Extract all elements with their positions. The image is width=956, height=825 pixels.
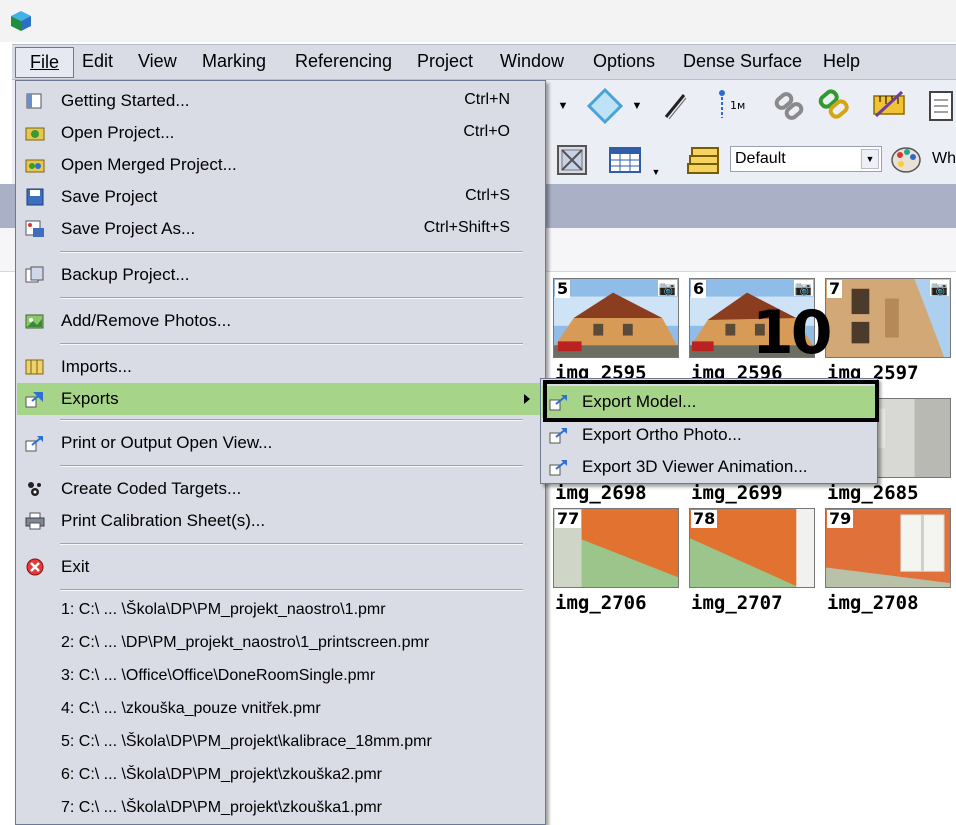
menu-project[interactable]: Project [417,51,473,72]
menu-edit[interactable]: Edit [82,51,113,72]
menu-file[interactable]: File [15,47,75,78]
step-number-annotation: 10 [752,298,832,368]
menu-item-exit[interactable]: Exit [17,551,544,583]
photo-number: 77 [555,509,582,528]
menu-separator [60,543,523,545]
highlight-callout-box [543,380,879,422]
photo-name: img_2707 [691,592,783,614]
print-view-icon [25,436,43,452]
printer-icon [25,512,45,530]
open-merged-project-icon [25,159,45,173]
recent-file-item[interactable]: 5: C:\ ... \Škola\DP\PM_projekt\kalibrac… [17,726,544,758]
photo-grid-icon[interactable] [552,140,592,180]
open-project-icon [25,127,45,141]
photo-number: 6 [691,279,707,298]
export-animation-icon [549,460,567,476]
menu-dense-surface[interactable]: Dense Surface [683,51,802,72]
recent-file-item[interactable]: 7: C:\ ... \Škola\DP\PM_projekt\zkouška1… [17,792,544,824]
title-bar [0,0,956,42]
photo-number: 7 [827,279,843,298]
coded-targets-icon [28,482,41,496]
toolbar-truncated-label: Wh [932,150,956,167]
photo-name: img_2699 [691,482,783,504]
submenu-arrow-icon [524,394,530,404]
document-icon[interactable] [924,88,956,124]
menu-separator [60,297,523,299]
backup-icon [25,266,44,283]
scale-icon[interactable]: 1м [710,88,756,122]
camera-icon: 📷 [657,280,677,296]
style-combo[interactable]: Default ▼ [730,146,882,172]
recent-file-item[interactable]: 1: C:\ ... \Škola\DP\PM_projekt_naostro\… [17,594,544,626]
menu-item-imports[interactable]: Imports... [17,351,544,383]
menu-help[interactable]: Help [823,51,860,72]
menu-item-print-output-view[interactable]: Print or Output Open View... [17,427,544,459]
dropdown-chevron-icon[interactable]: ▼ [630,96,644,116]
link-green-icon[interactable] [814,86,854,124]
save-as-icon [25,220,44,237]
app-logo-icon [11,11,31,31]
menu-item-save-project[interactable]: Save Project Ctrl+S [17,181,544,213]
recent-file-item[interactable]: 4: C:\ ... \zkouška_pouze vnitřek.pmr [17,693,544,725]
menu-item-add-remove-photos[interactable]: Add/Remove Photos... [17,305,544,337]
save-icon [26,188,44,206]
photos-icon [25,314,44,329]
menu-item-open-merged-project[interactable]: Open Merged Project... [17,149,544,181]
menu-separator [60,419,523,421]
recent-file-item[interactable]: 3: C:\ ... \Office\Office\DoneRoomSingle… [17,660,544,692]
table-view-icon[interactable] [606,140,646,180]
ruler-tool-icon[interactable] [868,86,910,124]
photo-number: 5 [555,279,571,298]
photo-name: img_2706 [555,592,647,614]
menu-separator [60,589,523,591]
svg-text:1м: 1м [730,99,745,112]
photos-pane: 5 📷 img_2595 6 📷 img_2596 7 📷 img_2597 i… [545,272,956,825]
camera-icon: 📷 [929,280,949,296]
menu-separator [60,251,523,253]
chevron-down-icon[interactable]: ▼ [861,149,879,169]
menu-options[interactable]: Options [593,51,655,72]
layers-style-icon[interactable] [684,140,724,180]
menu-window[interactable]: Window [500,51,564,72]
imports-icon [25,359,44,375]
pencil-icon[interactable] [660,90,690,122]
exports-icon [25,392,43,408]
menu-separator [60,465,523,467]
exit-icon [26,558,44,576]
diamond-marker-icon[interactable] [585,88,625,124]
menu-item-export-3d-viewer-animation[interactable]: Export 3D Viewer Animation... [542,451,876,483]
photo-number: 78 [691,509,718,528]
recent-file-item[interactable]: 6: C:\ ... \Škola\DP\PM_projekt\zkouška2… [17,759,544,791]
style-combo-value: Default [735,150,786,167]
getting-started-icon [26,93,42,109]
photo-name: img_2708 [827,592,919,614]
menu-item-getting-started[interactable]: Getting Started... Ctrl+N [17,85,544,117]
recent-file-item[interactable]: 2: C:\ ... \DP\PM_projekt_naostro\1_prin… [17,627,544,659]
photo-name: img_2685 [827,482,919,504]
menu-referencing[interactable]: Referencing [295,51,392,72]
link-gray-icon[interactable] [770,88,810,124]
menu-bar: File Edit View Marking Referencing Proje… [12,44,956,80]
camera-icon: 📷 [793,280,813,296]
export-ortho-icon [549,428,567,444]
dropdown-chevron-icon[interactable]: ▼ [650,166,662,178]
menu-marking[interactable]: Marking [202,51,266,72]
menu-item-save-project-as[interactable]: Save Project As... Ctrl+Shift+S [17,213,544,245]
menu-view[interactable]: View [138,51,177,72]
menu-item-open-project[interactable]: Open Project... Ctrl+O [17,117,544,149]
menu-item-backup-project[interactable]: Backup Project... [17,259,544,291]
menu-item-exports[interactable]: Exports [17,383,544,415]
photo-name: img_2698 [555,482,647,504]
menu-item-print-calibration-sheet[interactable]: Print Calibration Sheet(s)... [17,505,544,537]
dropdown-chevron-icon[interactable]: ▼ [556,96,570,116]
menu-separator [60,343,523,345]
file-menu: Getting Started... Ctrl+N Open Project..… [15,80,546,825]
menu-item-create-coded-targets[interactable]: Create Coded Targets... [17,473,544,505]
palette-icon[interactable] [888,142,924,178]
menu-item-export-ortho-photo[interactable]: Export Ortho Photo... [542,419,876,451]
photo-number: 79 [827,509,854,528]
